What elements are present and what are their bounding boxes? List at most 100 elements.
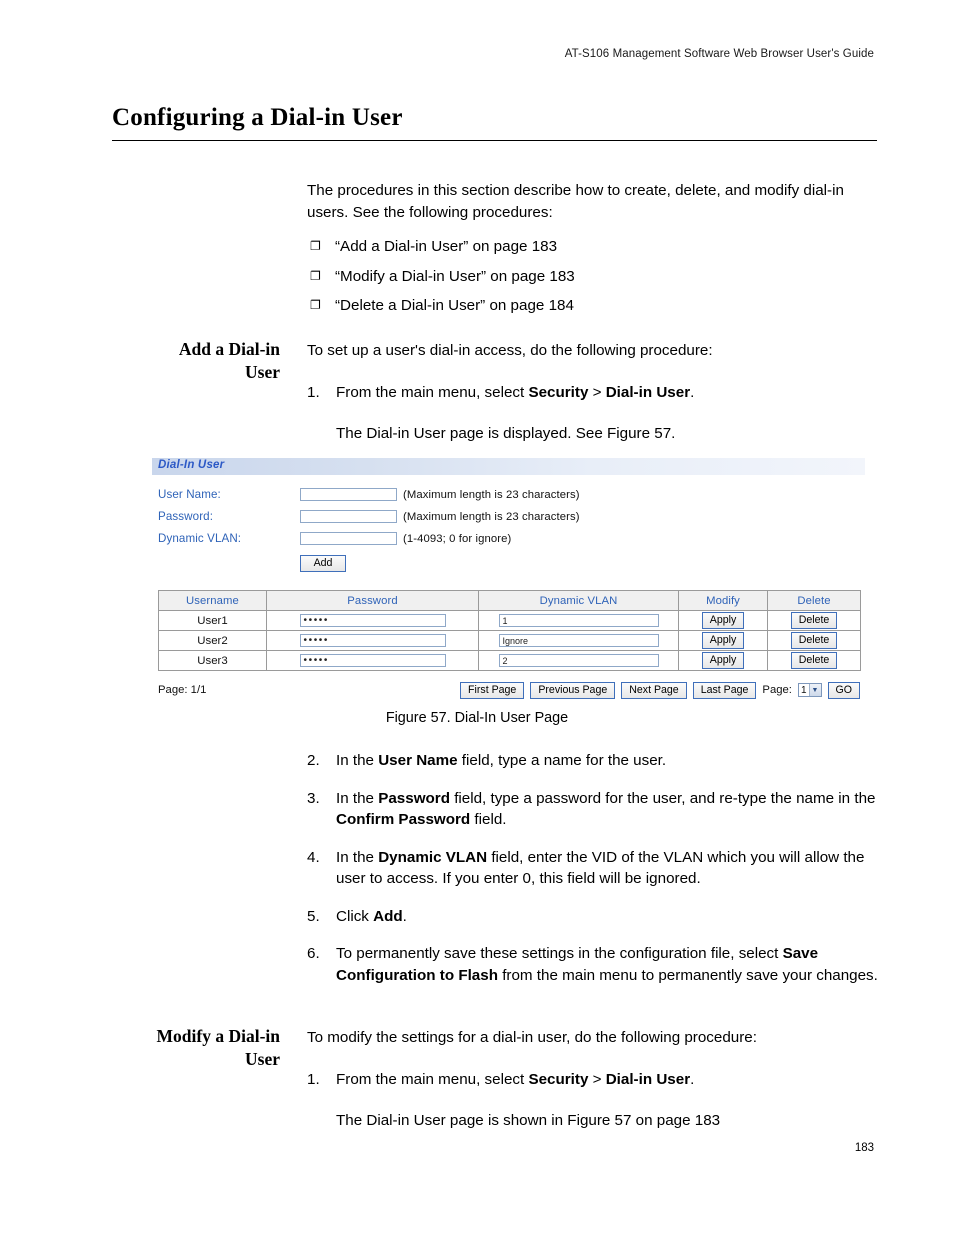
go-button[interactable]: GO: [827, 681, 860, 699]
column-header-delete: Delete: [767, 590, 861, 611]
apply-button[interactable]: Apply: [701, 652, 745, 669]
delete-button[interactable]: Delete: [790, 632, 838, 649]
step-item: 4. In the Dynamic VLAN field, enter the …: [307, 847, 880, 890]
row-password-input[interactable]: •••••: [299, 654, 446, 667]
step-number: 3.: [307, 789, 320, 807]
step-number: 6.: [307, 945, 320, 962]
step-number: 5.: [307, 907, 320, 925]
menu-path-security: Security: [528, 383, 589, 401]
apply-button[interactable]: Apply: [701, 612, 745, 629]
form-row-user-name: User Name: (Maximum length is 23 charact…: [158, 485, 865, 504]
next-page-button[interactable]: Next Page: [621, 681, 687, 699]
modify-section-lead: To modify the settings for a dial-in use…: [307, 1029, 757, 1046]
section-heading-line-2: User: [245, 1049, 280, 1069]
page-select-value: 1: [800, 684, 807, 696]
list-item-label: “Modify a Dial-in User” on page 183: [335, 267, 575, 285]
column-header-password: Password: [266, 590, 479, 611]
page-number: 183: [854, 1142, 874, 1154]
table-row: User3 ••••• 2 Apply Delete: [158, 650, 861, 671]
modify-section-body: To modify the settings for a dial-in use…: [307, 1027, 880, 1132]
running-header: AT-S106 Management Software Web Browser …: [564, 48, 874, 60]
add-button[interactable]: Add: [300, 555, 346, 572]
user-name-label: User Name:: [158, 488, 221, 501]
dynamic-vlan-label: Dynamic VLAN:: [158, 532, 242, 545]
add-section-steps: 2. In the User Name field, type a name f…: [307, 750, 880, 986]
intro-paragraph: The procedures in this section describe …: [307, 182, 844, 221]
step-item: 1. From the main menu, select Security >…: [307, 1069, 880, 1091]
section-heading-line-1: Modify a Dial-in: [156, 1026, 280, 1046]
first-page-button[interactable]: First Page: [460, 681, 525, 699]
table-header-row: Username Password Dynamic VLAN Modify De…: [158, 590, 861, 611]
page-select-label: Page:: [762, 684, 792, 696]
section-heading-modify-dial-in-user: Modify a Dial-in User: [100, 1025, 280, 1071]
procedure-link-list: ❐ “Add a Dial-in User” on page 183 ❐ “Mo…: [307, 236, 880, 325]
step-text: In the Dynamic VLAN field, enter the VID…: [336, 848, 865, 888]
row-vlan-input[interactable]: 1: [498, 614, 659, 627]
square-bullet-icon: ❐: [310, 298, 321, 312]
last-page-button[interactable]: Last Page: [692, 681, 757, 699]
form-row-password: Password: (Maximum length is 23 characte…: [158, 507, 865, 526]
column-header-modify: Modify: [678, 590, 768, 611]
menu-path-dial-in-user: Dial-in User: [605, 383, 691, 401]
cell-modify: Apply: [678, 650, 768, 671]
step-number: 1.: [307, 1070, 320, 1088]
figure-dial-in-user-page: Dial-In User User Name: (Maximum length …: [152, 458, 865, 700]
step-number: 2.: [307, 752, 320, 769]
row-vlan-input[interactable]: 2: [498, 654, 659, 667]
user-name-hint: (Maximum length is 23 characters): [403, 488, 580, 501]
field-name-user-name: User Name: [378, 752, 458, 769]
step-item: 6. To permanently save these settings in…: [307, 943, 880, 986]
step-text: To permanently save these settings in th…: [336, 945, 878, 984]
step-number: 1.: [307, 383, 320, 401]
cell-username: User3: [158, 650, 267, 671]
pagination-bar: Page: 1/1 First Page Previous Page Next …: [158, 680, 860, 700]
list-item[interactable]: ❐ “Modify a Dial-in User” on page 183: [307, 266, 880, 288]
step-text: From the main menu, select Security > Di…: [336, 1070, 695, 1088]
step-item: 3. In the Password field, type a passwor…: [307, 788, 880, 831]
cell-modify: Apply: [678, 630, 768, 651]
add-section-lead: To set up a user's dial-in access, do th…: [307, 342, 713, 359]
table-row: User2 ••••• Ignore Apply Delete: [158, 630, 861, 651]
cell-password: •••••: [266, 650, 479, 671]
delete-button[interactable]: Delete: [790, 612, 838, 629]
step-subtext: The Dial-in User page is displayed. See …: [336, 425, 676, 442]
step-number: 4.: [307, 848, 320, 866]
step-text: From the main menu, select Security > Di…: [336, 383, 695, 401]
row-password-input[interactable]: •••••: [299, 614, 446, 627]
add-section-body: To set up a user's dial-in access, do th…: [307, 340, 880, 445]
user-name-input[interactable]: [300, 488, 397, 501]
step-text: In the User Name field, type a name for …: [336, 752, 667, 769]
cell-delete: Delete: [767, 630, 861, 651]
cell-delete: Delete: [767, 610, 861, 631]
step-item: 1. From the main menu, select Security >…: [307, 382, 880, 404]
previous-page-button[interactable]: Previous Page: [530, 681, 616, 699]
form-row-dynamic-vlan: Dynamic VLAN: (1-4093; 0 for ignore): [158, 529, 865, 548]
apply-button[interactable]: Apply: [701, 632, 745, 649]
step-text: In the Password field, type a password f…: [336, 789, 876, 829]
cell-delete: Delete: [767, 650, 861, 671]
page-select[interactable]: 1 ▼: [797, 683, 822, 697]
step-subtext: The Dial-in User page is shown in Figure…: [336, 1112, 721, 1129]
list-item[interactable]: ❐ “Add a Dial-in User” on page 183: [307, 236, 880, 258]
step-item: 5. Click Add.: [307, 906, 880, 928]
list-item-label: “Delete a Dial-in User” on page 184: [335, 297, 574, 314]
dynamic-vlan-hint: (1-4093; 0 for ignore): [403, 532, 512, 545]
row-password-input[interactable]: •••••: [299, 634, 446, 647]
delete-button[interactable]: Delete: [790, 652, 838, 669]
cell-dynamic-vlan: 2: [478, 650, 679, 671]
row-vlan-input[interactable]: Ignore: [498, 634, 659, 647]
title-divider: [112, 140, 877, 141]
add-button-row: Add: [158, 553, 865, 572]
page-title: Configuring a Dial-in User: [112, 104, 403, 131]
cell-password: •••••: [266, 610, 479, 631]
chevron-down-icon: ▼: [808, 684, 821, 696]
pagination-controls: First Page Previous Page Next Page Last …: [460, 681, 860, 699]
column-header-dynamic-vlan: Dynamic VLAN: [478, 590, 679, 611]
list-item[interactable]: ❐ “Delete a Dial-in User” on page 184: [307, 295, 880, 317]
password-input[interactable]: [300, 510, 397, 523]
square-bullet-icon: ❐: [310, 268, 321, 283]
password-label: Password:: [158, 510, 214, 523]
dynamic-vlan-input[interactable]: [300, 532, 397, 545]
section-heading-add-dial-in-user: Add a Dial-in User: [110, 338, 280, 384]
intro-paragraph-block: The procedures in this section describe …: [307, 180, 880, 223]
